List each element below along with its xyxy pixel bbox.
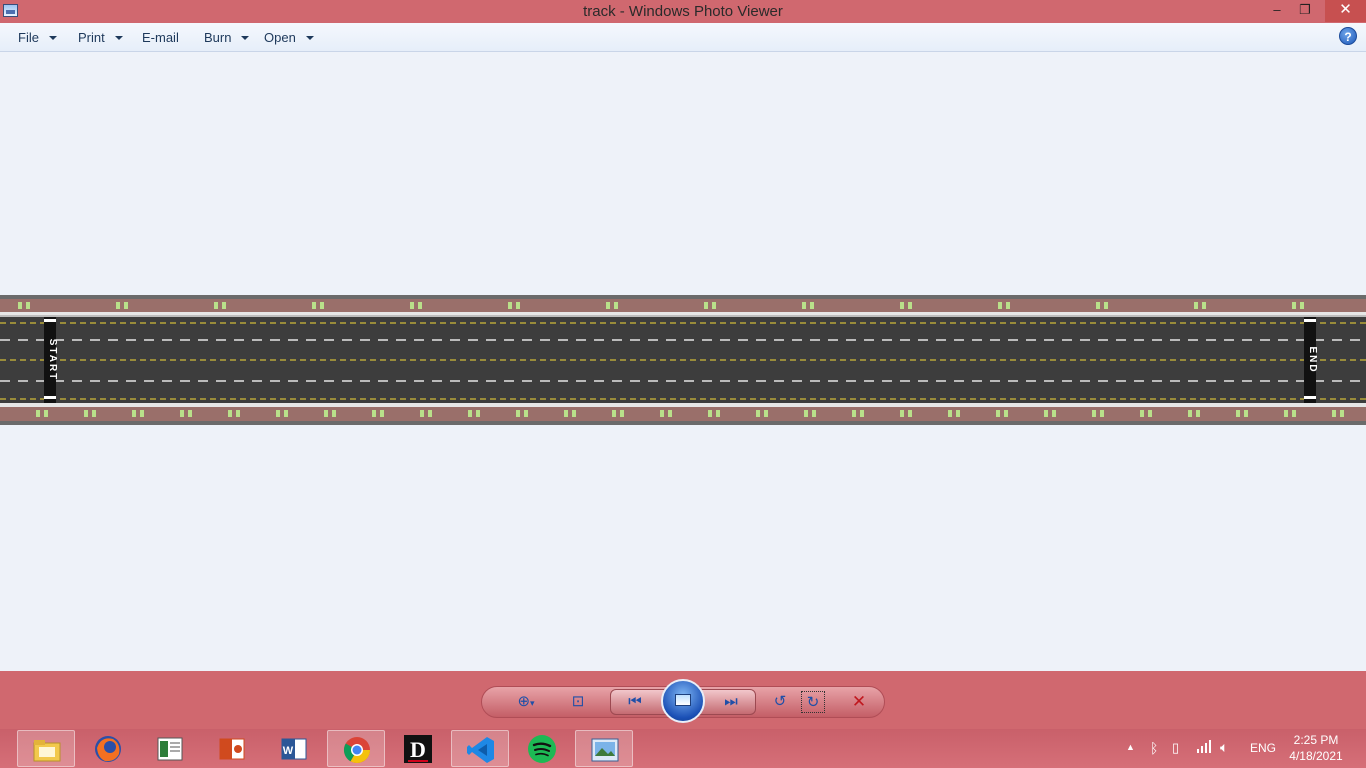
d-app-icon: D — [404, 735, 432, 763]
menu-bar: File Print E-mail Burn Open — [0, 23, 1366, 52]
language-indicator[interactable]: ENG — [1250, 741, 1276, 768]
spotify-icon — [528, 735, 556, 763]
svg-text:D: D — [410, 737, 426, 762]
delete-icon[interactable]: ✕ — [847, 691, 871, 713]
chrome-icon — [343, 737, 371, 764]
svg-text:W: W — [283, 745, 294, 757]
clock-date: 4/18/2021 — [1289, 749, 1343, 763]
taskbar-file-explorer[interactable] — [17, 730, 75, 767]
taskbar-chrome[interactable] — [327, 730, 385, 767]
chevron-down-icon — [114, 36, 123, 40]
slideshow-frame — [675, 694, 691, 706]
power-icon[interactable]: ▯ — [1172, 740, 1179, 768]
menu-email[interactable]: E-mail — [142, 30, 179, 45]
image-viewport[interactable]: START END — [0, 53, 1366, 671]
actual-size-icon[interactable]: ⊡ — [566, 691, 590, 713]
menu-print-label: Print — [78, 30, 105, 45]
zoom-icon[interactable]: ⊕▾ — [509, 691, 543, 713]
start-label: START — [47, 339, 58, 382]
taskbar-firefox[interactable] — [79, 730, 137, 767]
taskbar: W D ▲ ᛒ ▯ 🔈︎ ENG 2:25 PM 4/18/2021 — [0, 729, 1366, 768]
next-icon[interactable]: ⏭ — [718, 691, 744, 713]
powerpoint-icon — [219, 738, 245, 760]
reader-icon — [157, 737, 183, 761]
window-title: track - Windows Photo Viewer — [583, 3, 783, 20]
help-icon[interactable]: ? — [1339, 27, 1357, 45]
photo-viewer-icon — [591, 738, 619, 762]
chevron-down-icon — [305, 36, 314, 40]
menu-file[interactable]: File — [18, 30, 57, 45]
menu-file-label: File — [18, 30, 39, 45]
rotate-counterclockwise-icon[interactable]: ↺ — [768, 691, 792, 713]
clock-time: 2:25 PM — [1293, 733, 1339, 747]
maximize-button[interactable]: ❐ — [1290, 0, 1320, 22]
taskbar-reader[interactable] — [141, 730, 199, 767]
volume-icon[interactable]: 🔈︎ — [1220, 739, 1228, 768]
taskbar-spotify[interactable] — [513, 730, 571, 767]
firefox-icon — [95, 736, 121, 762]
taskbar-photo-viewer[interactable] — [575, 730, 633, 767]
word-icon: W — [281, 738, 307, 760]
menu-email-label: E-mail — [142, 30, 179, 45]
track-image: START END — [0, 295, 1366, 425]
show-hidden-icons-icon[interactable]: ▲ — [1126, 742, 1135, 768]
taskbar-d-app[interactable]: D — [389, 730, 447, 767]
title-bar: track - Windows Photo Viewer – ❐ ✕ — [0, 0, 1366, 23]
system-clock[interactable]: 2:25 PM 4/18/2021 — [1283, 732, 1349, 764]
taskbar-word[interactable]: W — [265, 730, 323, 767]
close-button[interactable]: ✕ — [1325, 0, 1366, 22]
network-signal-icon[interactable] — [1196, 738, 1212, 768]
folder-icon — [33, 740, 61, 762]
chevron-down-icon — [241, 36, 250, 40]
menu-burn[interactable]: Burn — [204, 30, 250, 45]
vscode-icon — [467, 737, 494, 763]
chevron-down-icon — [48, 36, 57, 40]
previous-icon[interactable]: ⏮ — [622, 691, 648, 713]
menu-print[interactable]: Print — [78, 30, 123, 45]
taskbar-powerpoint[interactable] — [203, 730, 261, 767]
slideshow-icon[interactable] — [661, 679, 705, 723]
bluetooth-icon[interactable]: ᛒ — [1150, 740, 1158, 768]
taskbar-vscode[interactable] — [451, 730, 509, 767]
minimize-button[interactable]: – — [1262, 0, 1292, 22]
rotate-clockwise-icon[interactable]: ↻ — [801, 691, 825, 713]
menu-open[interactable]: Open — [264, 30, 314, 45]
end-label: END — [1307, 346, 1318, 373]
menu-open-label: Open — [264, 30, 296, 45]
menu-burn-label: Burn — [204, 30, 232, 45]
playback-control-bar: ⊕▾ ⊡ ⏮ ⏭ ↺ ↻ ✕ — [0, 671, 1366, 729]
signal-bars — [1197, 740, 1211, 753]
